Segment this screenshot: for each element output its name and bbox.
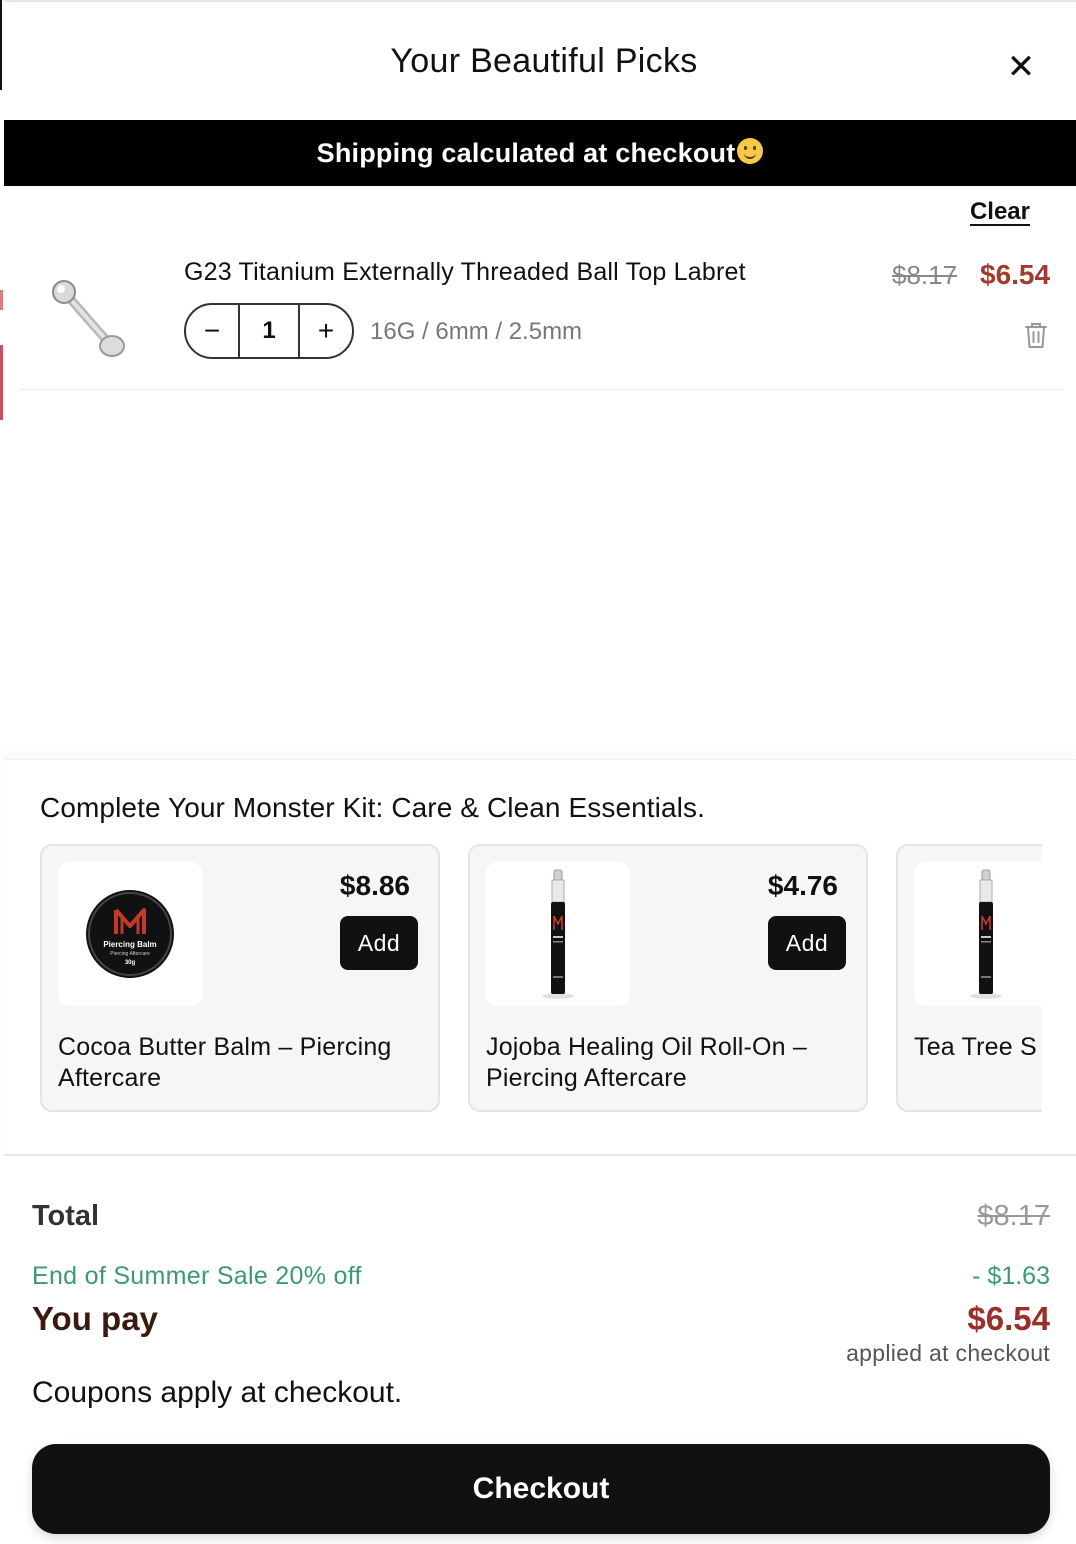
upsell-product-name[interactable]: Tea Tree S Piercing A bbox=[914, 1032, 1042, 1063]
checkout-button[interactable]: Checkout bbox=[32, 1444, 1050, 1534]
add-to-cart-button[interactable]: Add bbox=[340, 916, 418, 970]
page-edge-mark bbox=[0, 290, 3, 310]
add-to-cart-button[interactable]: Add bbox=[768, 916, 846, 970]
shipping-text: Shipping calculated at checkout bbox=[316, 137, 736, 168]
cart-header: Your Beautiful Picks ✕ bbox=[4, 2, 1076, 120]
balm-label-text: Piercing Balm bbox=[103, 940, 156, 949]
close-icon[interactable]: ✕ bbox=[1004, 50, 1038, 84]
upsell-card: $4.76 Add Jojoba Healing Oil Roll-On – P… bbox=[468, 844, 868, 1112]
shipping-banner: Shipping calculated at checkout bbox=[4, 120, 1076, 186]
quantity-decrement-button[interactable]: − bbox=[186, 305, 238, 357]
cart-title: Your Beautiful Picks bbox=[390, 42, 698, 80]
trash-icon[interactable] bbox=[1022, 320, 1050, 350]
balm-label-weight: 30g bbox=[125, 960, 136, 966]
tea-tree-product-image[interactable] bbox=[914, 862, 1042, 1006]
upsell-carousel[interactable]: Piercing Balm Piercing Aftercare 30g $8.… bbox=[40, 844, 1042, 1112]
labret-product-image[interactable] bbox=[40, 272, 130, 362]
cart-item-title[interactable]: G23 Titanium Externally Threaded Ball To… bbox=[184, 258, 746, 287]
clear-cart-link[interactable]: Clear bbox=[970, 198, 1030, 226]
upsell-product-name[interactable]: Jojoba Healing Oil Roll-On – Piercing Af… bbox=[486, 1032, 856, 1094]
cart-line-item: G23 Titanium Externally Threaded Ball To… bbox=[20, 242, 1062, 390]
cart-item-variant: 16G / 6mm / 2.5mm bbox=[370, 318, 583, 345]
upsell-card: Tea Tree S Piercing A bbox=[896, 844, 1042, 1112]
balm-product-image[interactable]: Piercing Balm Piercing Aftercare 30g bbox=[58, 862, 202, 1006]
page-edge-mark bbox=[0, 345, 3, 420]
balm-label-subtext: Piercing Aftercare bbox=[110, 951, 150, 957]
smiley-icon bbox=[737, 138, 764, 164]
quantity-increment-button[interactable]: + bbox=[300, 305, 352, 357]
order-summary: Total $8.17 End of Summer Sale 20% off -… bbox=[4, 1154, 1076, 1544]
coupon-note: Coupons apply at checkout. bbox=[32, 1376, 403, 1409]
rollon-product-image[interactable] bbox=[486, 862, 630, 1006]
upsell-price: $4.76 bbox=[767, 870, 838, 901]
cart-item-original-price: $8.17 bbox=[892, 260, 958, 290]
cart-drawer: Your Beautiful Picks ✕ Shipping calculat… bbox=[4, 0, 1076, 1544]
page-edge bbox=[0, 0, 2, 90]
total-label: Total bbox=[32, 1200, 100, 1232]
you-pay-label: You pay bbox=[32, 1300, 158, 1337]
discount-label: End of Summer Sale 20% off bbox=[32, 1262, 362, 1290]
quantity-value[interactable]: 1 bbox=[238, 305, 300, 357]
you-pay-amount: $6.54 bbox=[967, 1300, 1050, 1337]
upsell-title: Complete Your Monster Kit: Care & Clean … bbox=[40, 792, 705, 823]
total-original-price: $8.17 bbox=[977, 1200, 1050, 1232]
cart-item-sale-price: $6.54 bbox=[980, 259, 1051, 290]
discount-amount: - $1.63 bbox=[972, 1262, 1050, 1290]
upsell-product-name[interactable]: Cocoa Butter Balm – Piercing Aftercare bbox=[58, 1032, 428, 1094]
upsell-card: Piercing Balm Piercing Aftercare 30g $8.… bbox=[40, 844, 440, 1112]
quantity-stepper: − 1 + bbox=[184, 303, 354, 359]
upsell-price: $8.86 bbox=[339, 870, 410, 901]
upsell-section: Complete Your Monster Kit: Care & Clean … bbox=[4, 759, 1076, 1155]
applied-note: applied at checkout bbox=[846, 1340, 1050, 1366]
